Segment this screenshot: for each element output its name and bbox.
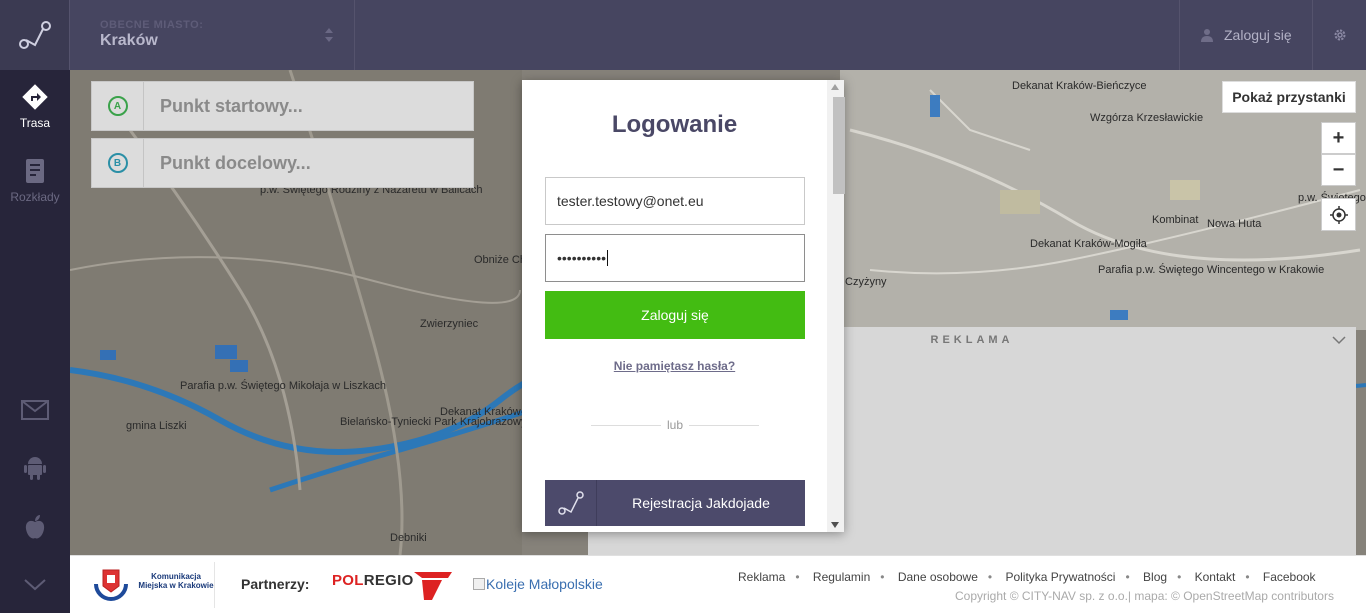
koleje-link[interactable]: Koleje Małopolskie xyxy=(473,576,603,592)
kmk-logo[interactable]: Komunikacja Miejska w Krakowie xyxy=(90,562,215,608)
sidebar-item-trasa[interactable]: Trasa xyxy=(0,84,70,130)
android-icon xyxy=(24,457,46,480)
start-point-input[interactable]: A Punkt startowy... xyxy=(91,81,474,131)
register-button[interactable]: Rejestracja Jakdojade xyxy=(545,480,805,526)
separator-dot: • xyxy=(880,570,885,584)
map-label: Dekanat Kraków-Bieńczyce xyxy=(1012,80,1147,92)
modal-title: Logowanie xyxy=(611,111,738,138)
left-sidebar: Trasa Rozkłady xyxy=(0,70,70,613)
map-label: Zwierzyniec xyxy=(420,318,479,330)
city-name: Kraków xyxy=(100,32,158,49)
header-login-label: Zaloguj się xyxy=(1224,27,1292,43)
kmk-text: Komunikacja Miejska w Krakowie xyxy=(138,572,214,590)
zoom-in-button[interactable]: + xyxy=(1321,122,1356,154)
app-logo[interactable] xyxy=(0,0,70,70)
scrollbar-thumb[interactable] xyxy=(833,97,845,194)
map-label: Wzgórza Krzesławickie xyxy=(1090,112,1204,124)
mail-icon xyxy=(21,400,49,420)
polregio-mark-icon xyxy=(414,572,452,600)
apple-button[interactable] xyxy=(0,514,70,540)
end-placeholder: Punkt docelowy... xyxy=(160,152,311,173)
copyright-text: Copyright © CITY-NAV sp. z o.o.| mapa: ©… xyxy=(955,589,1334,603)
top-bar: OBECNE MIASTO: Kraków Zaloguj się xyxy=(0,0,1366,70)
chevron-down-icon xyxy=(24,579,46,591)
scroll-down-icon[interactable] xyxy=(831,522,839,528)
settings-button[interactable] xyxy=(1313,0,1366,70)
footer-link-blog[interactable]: Blog xyxy=(1143,570,1167,584)
city-small-label: OBECNE MIASTO: xyxy=(100,19,204,31)
partners-label: Partnerzy: xyxy=(241,576,310,592)
login-button[interactable]: Zaloguj się xyxy=(545,291,805,339)
or-divider: lub xyxy=(591,418,759,432)
text-caret xyxy=(607,250,609,266)
footer-link-reklama[interactable]: Reklama xyxy=(738,570,785,584)
zoom-out-button[interactable]: − xyxy=(1321,154,1356,186)
sidebar-item-rozklady[interactable]: Rozkłady xyxy=(0,158,70,204)
separator-dot: • xyxy=(1177,570,1182,584)
separator-dot: • xyxy=(1245,570,1250,584)
show-stops-button[interactable]: Pokaż przystanki xyxy=(1222,81,1356,113)
footer-link-facebook[interactable]: Facebook xyxy=(1263,570,1316,584)
sidebar-item-label: Rozkłady xyxy=(10,190,60,204)
city-selector[interactable]: OBECNE MIASTO: Kraków xyxy=(70,0,355,70)
start-placeholder: Punkt startowy... xyxy=(160,95,303,116)
end-point-input[interactable]: B Punkt docelowy... xyxy=(91,138,474,188)
chevron-down-icon[interactable] xyxy=(1332,335,1346,345)
separator-dot: • xyxy=(987,570,993,584)
map-label: Parafia p.w. Świętego Mikołaja w Liszkac… xyxy=(180,380,387,392)
map-label: gmina Liszki xyxy=(126,420,187,432)
map-label: Dekanat Kraków-Mogiła xyxy=(1030,238,1147,250)
login-modal: Logowanie tester.testowy@onet.eu •••••••… xyxy=(522,80,845,532)
broken-image-icon xyxy=(473,578,485,590)
expand-sidebar-button[interactable] xyxy=(0,578,70,592)
polregio-pol: POL xyxy=(332,572,364,589)
footer-link-kontakt[interactable]: Kontakt xyxy=(1195,570,1236,584)
apple-icon xyxy=(25,515,45,539)
sort-arrows-icon xyxy=(325,28,333,42)
polregio-logo[interactable]: POLREGIO xyxy=(332,572,452,600)
separator-dot: • xyxy=(1125,570,1130,584)
divider-line xyxy=(689,425,759,426)
koleje-alt-text: Koleje Małopolskie xyxy=(486,576,603,592)
sidebar-item-label: Trasa xyxy=(19,116,51,130)
register-label: Rejestracja Jakdojade xyxy=(632,495,770,511)
scroll-up-icon[interactable] xyxy=(831,84,839,90)
email-value: tester.testowy@onet.eu xyxy=(557,193,704,209)
locate-me-button[interactable] xyxy=(1321,198,1356,231)
mail-button[interactable] xyxy=(0,400,70,420)
footer-links: Reklama • Regulamin • Dane osobowe • Polity… xyxy=(738,570,1316,584)
forgot-password-link[interactable]: Nie pamiętasz hasła? xyxy=(522,359,827,373)
android-button[interactable] xyxy=(0,454,70,480)
route-logo-icon xyxy=(557,491,584,515)
footer-link-dane-osobowe[interactable]: Dane osobowe xyxy=(898,570,978,584)
end-badge: B xyxy=(107,153,128,173)
start-badge: A xyxy=(107,96,128,116)
map-label: Kombinat xyxy=(1152,214,1199,226)
route-arrow-icon xyxy=(22,84,48,110)
route-logo-icon xyxy=(18,21,51,49)
register-icon-wrap xyxy=(545,480,597,526)
modal-scrollbar[interactable] xyxy=(827,80,845,532)
email-field[interactable]: tester.testowy@onet.eu xyxy=(545,177,805,225)
user-icon xyxy=(1201,29,1213,42)
polregio-regio: REGIO xyxy=(363,572,414,589)
crosshair-icon xyxy=(1329,205,1348,224)
gear-icon xyxy=(1334,29,1345,41)
map-label: Bielańsko-Tyniecki Park Krajobrazowy xyxy=(340,416,527,428)
map-label: Debniki xyxy=(390,532,427,544)
footer-link-polityka[interactable]: Polityka Prywatności xyxy=(1005,570,1115,584)
end-badge-wrap: B xyxy=(92,139,144,187)
map-label: Parafia p.w. Świętego Wincentego w Krako… xyxy=(1098,264,1325,276)
password-field[interactable]: •••••••••• xyxy=(545,234,805,282)
separator-dot: • xyxy=(795,570,800,584)
timetable-icon xyxy=(26,159,44,183)
password-mask: •••••••••• xyxy=(557,250,607,266)
footer: Komunikacja Miejska w Krakowie Partnerzy… xyxy=(70,555,1366,613)
map-label: Czyżyny xyxy=(845,276,887,288)
footer-link-regulamin[interactable]: Regulamin xyxy=(813,570,870,584)
start-badge-wrap: A xyxy=(92,82,144,130)
kmk-emblem-icon xyxy=(94,569,128,601)
map-label: Nowa Huta xyxy=(1207,218,1262,230)
header-login-button[interactable]: Zaloguj się xyxy=(1179,0,1313,70)
